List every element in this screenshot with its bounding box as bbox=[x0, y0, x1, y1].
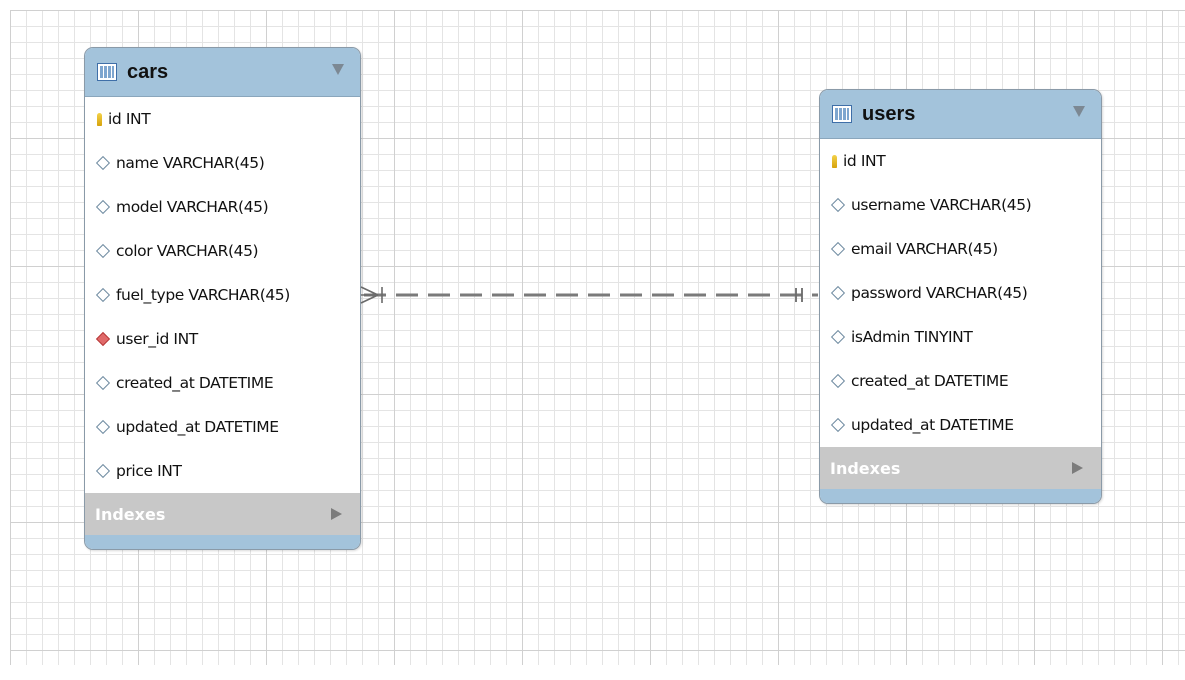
relationship-connector[interactable] bbox=[0, 0, 1185, 680]
